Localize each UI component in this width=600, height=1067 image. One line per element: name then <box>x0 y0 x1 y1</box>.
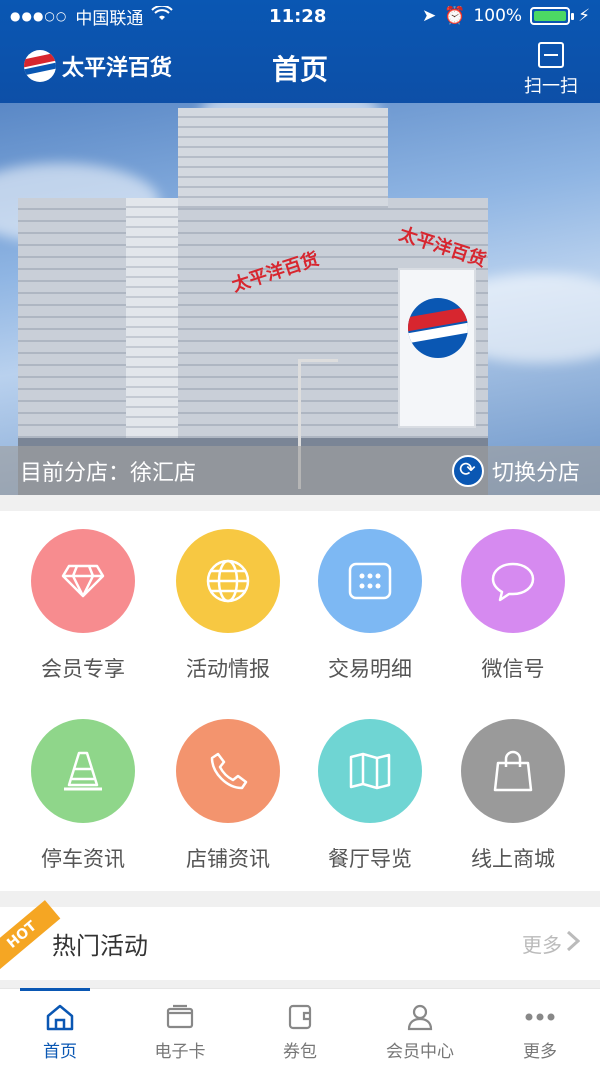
diamond-icon <box>31 529 135 633</box>
menu-label: 交易明细 <box>328 657 412 681</box>
tab-label: 更多 <box>523 1042 557 1062</box>
menu-label: 停车资讯 <box>41 847 125 871</box>
user-icon <box>406 1003 434 1031</box>
tab-label: 券包 <box>283 1042 317 1062</box>
menu-item-restaurants[interactable]: 餐厅导览 <box>295 701 445 891</box>
tab-label: 会员中心 <box>386 1042 454 1062</box>
more-link[interactable]: 更多 <box>522 929 581 958</box>
hot-title: 热门活动 <box>52 932 148 960</box>
chat-bubble-icon <box>461 529 565 633</box>
menu-item-wechat[interactable]: 微信号 <box>438 511 588 701</box>
current-branch-text: 目前分店：徐汇店 <box>20 460 197 486</box>
menu-item-member[interactable]: 会员专享 <box>8 511 158 701</box>
status-bar: ●●●○○ 中国联通 11:28 ➤ ⏰ 100% ⚡ <box>0 0 600 32</box>
brand-mark-icon <box>24 50 56 82</box>
carrier-text: 中国联通 <box>75 8 144 29</box>
brand-name: 太平洋百货 <box>62 56 173 81</box>
building-sign <box>398 268 476 428</box>
charging-icon: ⚡ <box>578 6 590 26</box>
globe-icon <box>176 529 280 633</box>
menu-item-parking[interactable]: 停车资讯 <box>8 701 158 891</box>
menu-label: 店铺资讯 <box>186 847 270 871</box>
page-title: 首页 <box>271 52 328 86</box>
hot-activities-header: HOT 热门活动 更多 <box>0 900 600 980</box>
scan-label: 扫一扫 <box>524 76 578 97</box>
branch-bar: 目前分店：徐汇店 切换分店 <box>0 446 600 495</box>
menu-label: 线上商城 <box>471 847 555 871</box>
menu-item-online-mall[interactable]: 线上商城 <box>438 701 588 891</box>
menu-label: 会员专享 <box>41 657 125 681</box>
nav-bar: 太平洋百货 首页 扫一扫 <box>0 32 600 103</box>
scan-icon <box>538 42 564 68</box>
hero-banner[interactable]: 太平洋百货 太平洋百货 <box>0 103 600 495</box>
top-bar: ●●●○○ 中国联通 11:28 ➤ ⏰ 100% ⚡ 太平洋百货 首页 扫一扫 <box>0 0 600 103</box>
tab-more[interactable]: 更多 <box>480 989 600 1067</box>
tab-member-center[interactable]: 会员中心 <box>360 989 480 1067</box>
scan-button[interactable]: 扫一扫 <box>524 42 578 98</box>
map-icon <box>318 719 422 823</box>
menu-item-shops[interactable]: 店铺资讯 <box>153 701 303 891</box>
chevron-right-icon <box>566 930 581 957</box>
battery-percent: 100% <box>473 6 523 26</box>
switch-branch-label: 切换分店 <box>491 460 580 486</box>
card-icon <box>165 1003 195 1031</box>
home-icon <box>45 1003 75 1031</box>
tab-home[interactable]: 首页 <box>0 988 120 1067</box>
more-dots-icon <box>524 1003 556 1031</box>
status-time: 11:28 <box>269 5 327 27</box>
battery-icon <box>530 7 575 25</box>
refresh-icon <box>451 454 484 487</box>
tab-label: 首页 <box>43 1042 77 1062</box>
tab-coupons[interactable]: 券包 <box>240 989 360 1067</box>
alarm-icon: ⏰ <box>444 6 466 26</box>
menu-item-transactions[interactable]: 交易明细 <box>295 511 445 701</box>
menu-label: 微信号 <box>481 657 545 681</box>
tab-ecard[interactable]: 电子卡 <box>120 989 240 1067</box>
phone-icon <box>176 719 280 823</box>
status-right: ➤ ⏰ 100% ⚡ <box>422 6 590 26</box>
keypad-icon <box>318 529 422 633</box>
menu-label: 餐厅导览 <box>328 847 412 871</box>
brand-sign-icon <box>408 298 468 358</box>
signal-icon: ●●●○○ <box>10 9 68 23</box>
building-tower <box>178 108 388 208</box>
shopping-bag-icon <box>461 719 565 823</box>
wallet-icon <box>286 1003 314 1031</box>
menu-grid: 会员专享 活动情报 交易明细 微信号 停车资讯 店铺资讯 餐厅导览 线上商城 <box>0 511 600 891</box>
menu-label: 活动情报 <box>186 657 270 681</box>
more-label: 更多 <box>522 933 562 957</box>
location-icon: ➤ <box>422 6 437 26</box>
tab-label: 电子卡 <box>154 1042 206 1062</box>
brand-logo[interactable]: 太平洋百货 <box>24 50 172 82</box>
status-left: ●●●○○ 中国联通 <box>10 4 174 29</box>
menu-item-events[interactable]: 活动情报 <box>153 511 303 701</box>
switch-branch-button[interactable]: 切换分店 <box>451 454 580 487</box>
wifi-icon <box>151 4 174 26</box>
bottom-tab-bar: 首页 电子卡 券包 会员中心 更多 <box>0 988 600 1067</box>
traffic-cone-icon <box>31 719 135 823</box>
